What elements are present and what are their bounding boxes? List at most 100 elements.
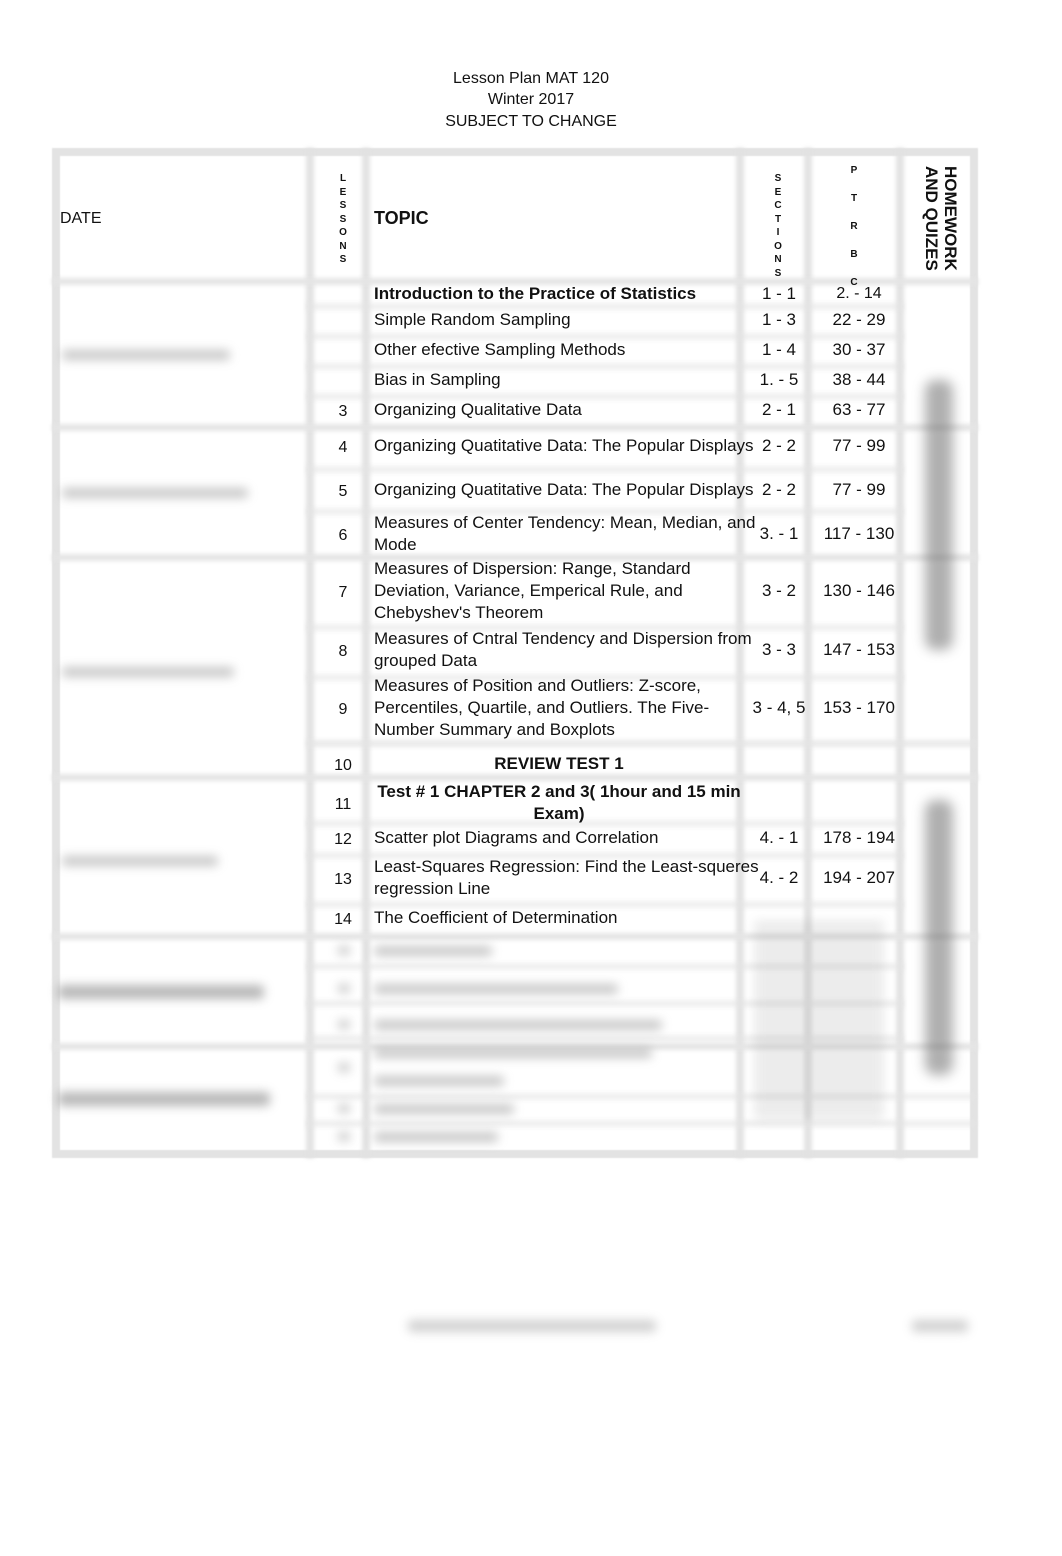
pages-cell: 147 - 153 [823, 640, 895, 659]
header-letter: N [339, 240, 347, 252]
header-letter: S [774, 267, 782, 279]
topic-line: Least-Squares Regression: Find the Least… [374, 857, 759, 876]
header-letter: S [774, 173, 782, 184]
header-letter: I [776, 227, 780, 238]
topic-cell: The Coefficient of Determination [374, 908, 618, 927]
date-cell-blurred [58, 1092, 270, 1106]
header-letter: O [774, 240, 782, 252]
topic-cell-blurred [374, 946, 492, 956]
topic-cell-blurred [374, 1048, 652, 1058]
lesson-number: 5 [338, 483, 348, 500]
topic-cell: REVIEW TEST 1 [494, 754, 624, 773]
lesson-cell-blurred [338, 1132, 350, 1141]
topic-cell: Test # 1 CHAPTER 2 and 3( 1hour and 15 m… [374, 781, 744, 825]
header-topic: TOPIC [374, 208, 429, 228]
pages-cell: 130 - 146 [823, 581, 895, 600]
row-divider [306, 740, 976, 747]
header-letter: L [339, 173, 347, 184]
section-cell: 4. - 2 [759, 868, 799, 887]
pages-cell: 117 - 130 [823, 524, 895, 543]
section-cell: 3 - 2 [761, 581, 797, 600]
topic-line: Measures of Center Tendency: Mean, Media… [374, 513, 756, 532]
topic-cell: Scatter plot Diagrams and Correlation [374, 828, 659, 847]
header-letter: O [339, 227, 347, 238]
topic-line: Deviation, Variance, Emperical Rule, and [374, 581, 683, 600]
header-ptrbc: P T R B C [847, 157, 861, 297]
topic-cell-blurred [374, 1076, 504, 1086]
document-term: Winter 2017 [487, 91, 575, 108]
header-letter: S [339, 200, 347, 211]
lesson-number: 7 [338, 584, 348, 601]
header-letter: E [339, 186, 347, 198]
lesson-number: 12 [334, 831, 352, 848]
header-lessons: L E S S O N S [336, 172, 350, 267]
pages-cell: 77 - 99 [832, 480, 886, 499]
header-sections: S E C T I O N S [771, 172, 785, 280]
topic-cell: Organizing Quatitative Data: The Popular… [374, 480, 754, 499]
section-cell: 3 - 3 [761, 640, 797, 659]
topic-cell-blurred [374, 984, 618, 994]
date-cell-blurred [58, 985, 264, 999]
header-letter: T [774, 213, 782, 225]
topic-line: Measures of Dispersion: Range, Standard [374, 559, 691, 578]
lesson-cell-blurred [338, 1020, 350, 1029]
topic-line: Exam) [533, 804, 585, 823]
header-letter: B [850, 249, 858, 260]
topic-cell: Measures of Center Tendency: Mean, Media… [374, 512, 755, 556]
date-cell-blurred [62, 350, 230, 360]
lesson-number: 9 [338, 701, 348, 718]
date-cell-blurred [62, 488, 248, 498]
topic-line: Measures of Position and Outliers: Z-sco… [374, 676, 701, 695]
topic-line: Measures of Cntral Tendency and Dispersi… [374, 629, 752, 648]
date-cell-blurred [62, 856, 218, 866]
section-cell: 1 - 1 [761, 284, 797, 303]
topic-line: Mode [374, 535, 417, 554]
section-cell: 3 - 4, 5 [752, 698, 806, 717]
topic-cell-blurred [374, 1020, 662, 1030]
section-cell: 2 - 2 [761, 436, 797, 455]
header-letter: R [850, 221, 858, 232]
topic-line: Test # 1 CHAPTER 2 and 3( 1hour and 15 m… [377, 782, 741, 801]
lesson-number: 8 [338, 643, 348, 660]
pages-cell: 30 - 37 [832, 340, 886, 359]
pages-cell: 2. - 14 [836, 285, 882, 302]
topic-line: Chebyshev's Theorem [374, 603, 544, 622]
topic-cell: Measures of Cntral Tendency and Dispersi… [374, 628, 752, 672]
lesson-number: 10 [334, 757, 352, 774]
pages-cell: 77 - 99 [832, 436, 886, 455]
topic-cell: Measures of Dispersion: Range, Standard D… [374, 558, 691, 624]
row-divider [306, 1120, 976, 1127]
section-cell: 3. - 1 [759, 524, 799, 543]
topic-cell: Other efective Sampling Methods [374, 340, 626, 359]
homework-blurred [925, 800, 953, 1075]
topic-cell: Measures of Position and Outliers: Z-sco… [374, 675, 709, 741]
lesson-cell-blurred [338, 1063, 350, 1072]
header-letter: N [774, 254, 782, 265]
pages-cell: 194 - 207 [823, 868, 895, 887]
lesson-cell-blurred [338, 1104, 350, 1113]
lesson-number: 13 [334, 871, 352, 888]
lesson-cell-blurred [338, 946, 350, 955]
lesson-number: 3 [338, 403, 348, 420]
topic-cell: Least-Squares Regression: Find the Least… [374, 856, 759, 900]
header-letter: S [339, 254, 347, 265]
header-homework: HOMEWORK AND QUIZES [922, 166, 960, 271]
section-cell: 2 - 1 [761, 400, 797, 419]
header-date: DATE [60, 210, 102, 227]
topic-cell: Simple Random Sampling [374, 310, 571, 329]
header-letter: T [850, 193, 858, 204]
topic-line: regression Line [374, 879, 491, 898]
header-letter: E [774, 186, 782, 198]
row-divider [52, 424, 978, 431]
pages-cell: 153 - 170 [823, 698, 895, 717]
topic-cell: Introduction to the Practice of Statisti… [374, 284, 697, 303]
topic-cell: Organizing Quatitative Data: The Popular… [374, 436, 754, 455]
section-cell: 1 - 4 [761, 340, 797, 359]
section-cell: 1. - 5 [759, 370, 799, 389]
footer-page-blurred [912, 1320, 968, 1332]
lesson-number: 14 [334, 911, 352, 928]
document-notice: SUBJECT TO CHANGE [445, 113, 617, 130]
topic-cell: Bias in Sampling [374, 370, 501, 389]
lesson-number: 4 [338, 439, 348, 456]
lesson-number: 6 [338, 527, 348, 544]
